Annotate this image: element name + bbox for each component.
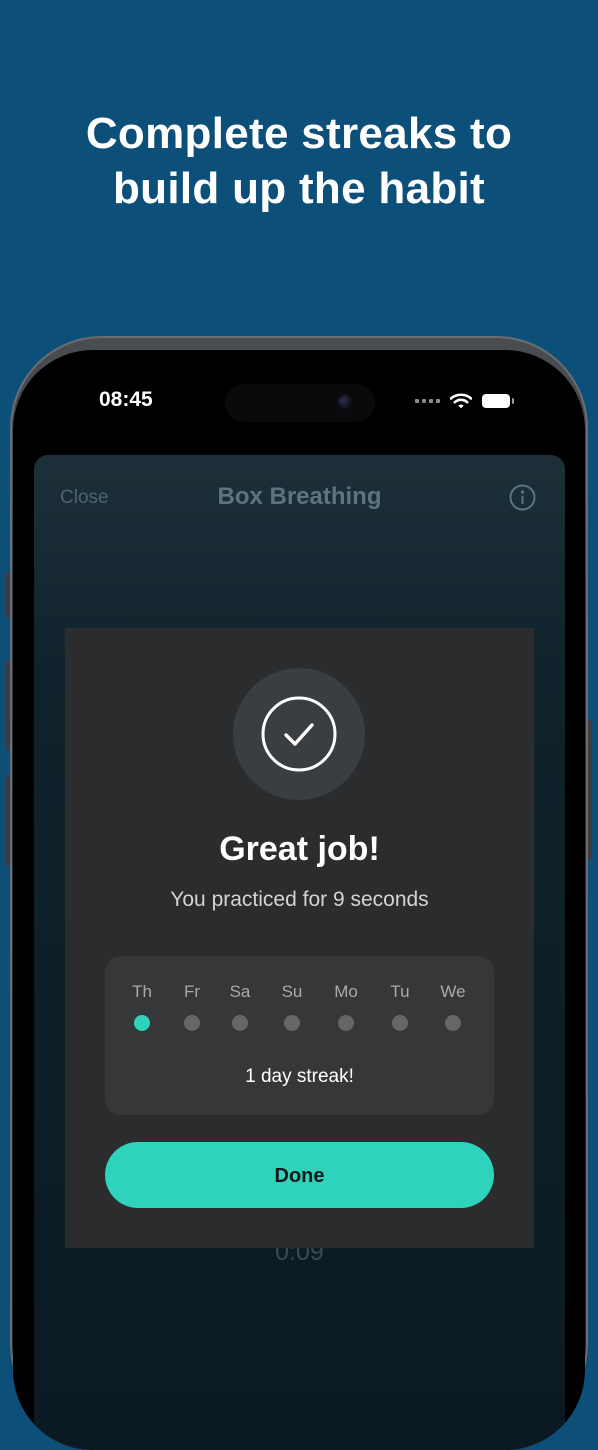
headline: Complete streaks to build up the habit — [0, 106, 598, 216]
camera-icon — [338, 395, 352, 409]
breathing-sheet: Close Box Breathing 0:09 Great job! You … — [34, 455, 565, 1450]
day-friday: Fr — [172, 982, 212, 1031]
headline-line-1: Complete streaks to — [85, 109, 513, 158]
info-icon[interactable] — [509, 484, 536, 511]
day-wednesday: We — [433, 982, 473, 1031]
battery-icon — [482, 394, 514, 408]
completion-card: Great job! You practiced for 9 seconds T… — [65, 628, 534, 1248]
sheet-title: Box Breathing — [217, 483, 382, 510]
day-dot — [338, 1015, 354, 1031]
day-dot-completed — [134, 1015, 150, 1031]
day-label: Tu — [390, 982, 410, 1001]
status-time: 08:45 — [99, 388, 153, 411]
phone-screen: 08:45 Close Box Breathing 0:09 Great job… — [13, 350, 585, 1450]
day-dot — [445, 1015, 461, 1031]
day-saturday: Sa — [220, 982, 260, 1031]
done-button[interactable]: Done — [105, 1142, 494, 1208]
day-thursday: Th — [122, 982, 162, 1031]
volume-up-button — [6, 660, 10, 750]
volume-down-button — [6, 776, 10, 866]
day-label: Mo — [334, 982, 358, 1001]
signal-icon — [415, 399, 440, 403]
streak-text: 1 day streak! — [245, 1066, 354, 1087]
day-dot — [184, 1015, 200, 1031]
day-dot — [232, 1015, 248, 1031]
day-dot — [284, 1015, 300, 1031]
check-circle-icon — [233, 668, 365, 800]
status-icons — [415, 392, 514, 410]
power-button — [588, 720, 592, 860]
day-dot — [392, 1015, 408, 1031]
streak-box: Th Fr Sa Su Mo Tu We 1 day streak! — [105, 956, 494, 1115]
headline-line-2: build up the habit — [112, 164, 485, 213]
day-label: Su — [281, 982, 303, 1001]
day-sunday: Su — [272, 982, 312, 1031]
completion-subtitle: You practiced for 9 seconds — [170, 888, 429, 911]
day-label: Fr — [183, 982, 201, 1001]
day-monday: Mo — [326, 982, 366, 1031]
completion-title: Great job! — [219, 830, 380, 868]
dynamic-island — [225, 384, 375, 422]
day-label: Th — [132, 982, 152, 1001]
day-label: We — [440, 982, 466, 1001]
day-label: Sa — [229, 982, 251, 1001]
day-tuesday: Tu — [380, 982, 420, 1031]
action-button — [6, 572, 10, 618]
wifi-icon — [450, 393, 472, 409]
